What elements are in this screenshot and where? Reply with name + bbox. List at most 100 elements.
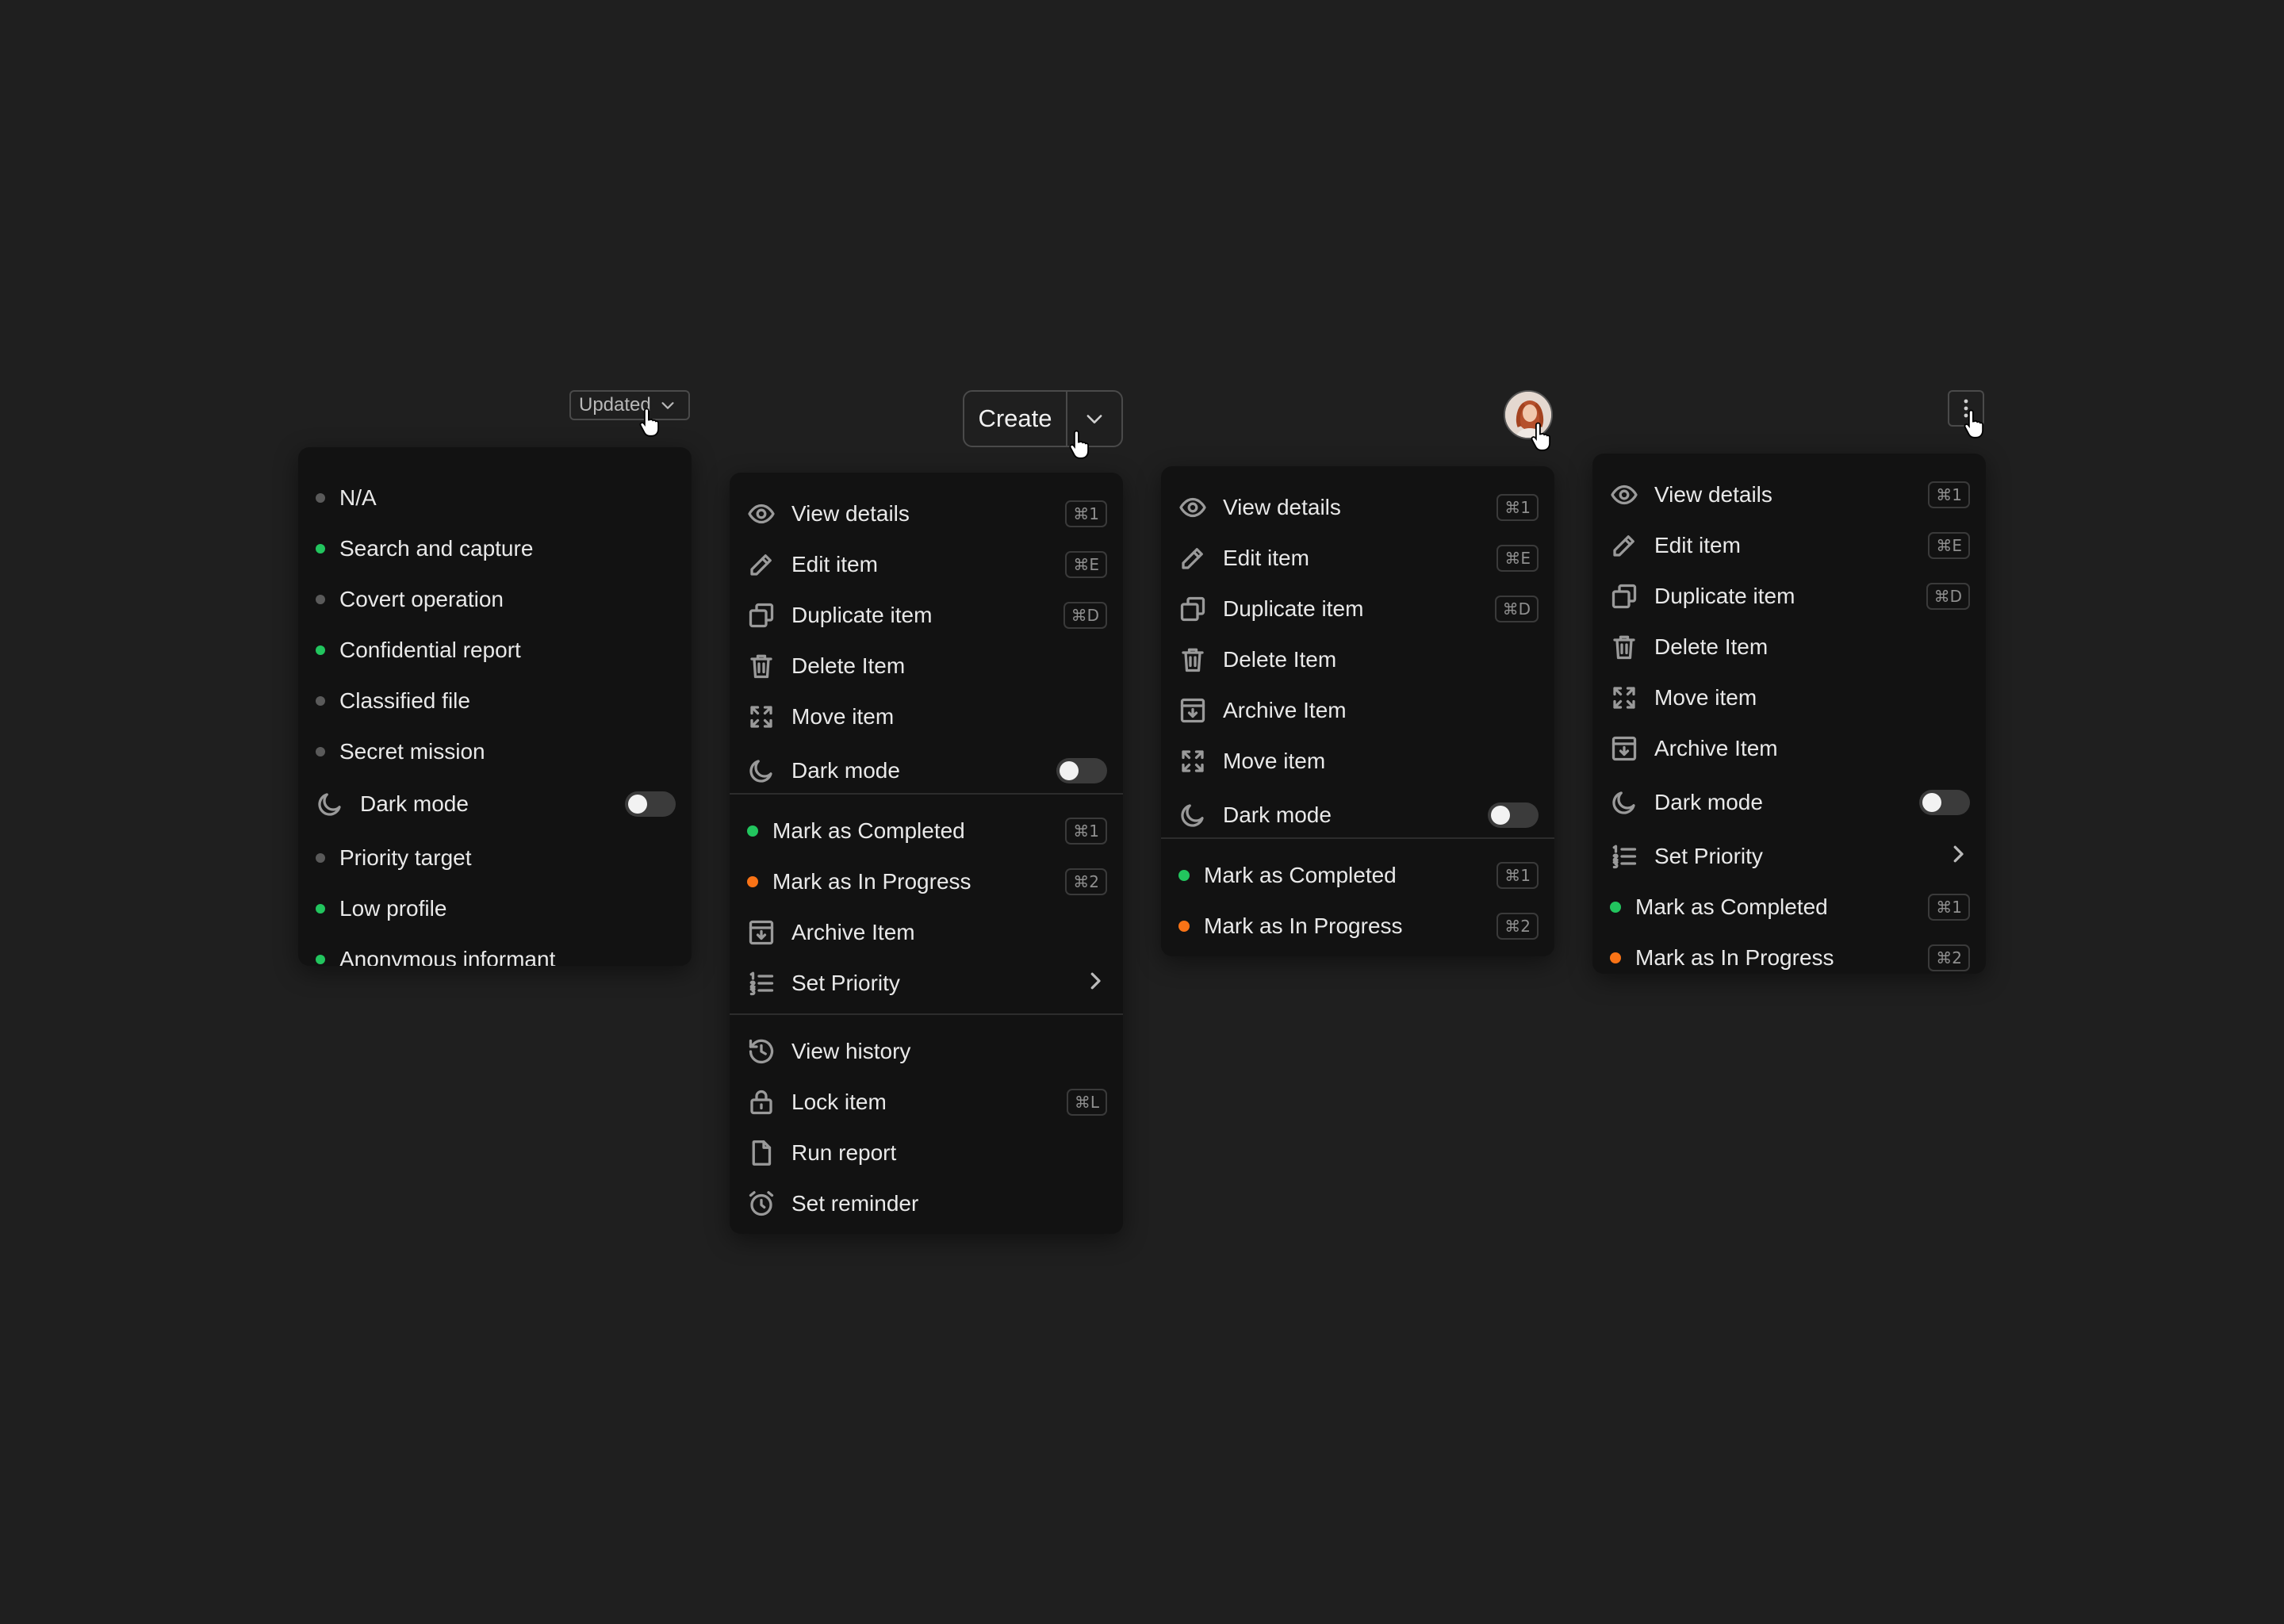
menu-item-edit-item[interactable]: Edit item ⌘E (1592, 520, 1986, 571)
alarm-icon (747, 1189, 776, 1218)
menu-item-label: Mark as In Progress (1635, 945, 1834, 970)
menu-item-mark-as-completed[interactable]: Mark as Completed ⌘1 (730, 806, 1123, 856)
dark-mode-toggle[interactable] (1488, 802, 1539, 828)
menu-item-label: Dark mode (1654, 790, 1763, 814)
menu-item-view-history[interactable]: View history (730, 1026, 1123, 1077)
chevron-right-icon (1946, 842, 1970, 871)
menu-item-low-profile[interactable]: Low profile (298, 883, 692, 934)
more-actions-menu: View details ⌘1 Edit item ⌘E Duplicate item ⌘… (1592, 454, 1986, 974)
menu-item-move-item[interactable]: Move item (1592, 672, 1986, 723)
moon-icon (316, 790, 344, 818)
menu-item-view-details[interactable]: View details ⌘1 (1592, 469, 1986, 520)
menu-item-search-and-capture[interactable]: Search and capture (298, 523, 692, 574)
shortcut-badge: ⌘D (1926, 583, 1970, 610)
menu-item-label: Run report (791, 1140, 897, 1165)
menu-item-dark-mode[interactable]: Dark mode (1161, 790, 1554, 841)
menu-item-label: Set Priority (791, 971, 900, 995)
menu-item-label: Confidential report (339, 638, 521, 662)
pencil-icon (1178, 544, 1207, 573)
menu-item-duplicate-item[interactable]: Duplicate item ⌘D (730, 590, 1123, 641)
shortcut-badge: ⌘L (1066, 1089, 1107, 1116)
create-split-button: Create (963, 390, 1123, 447)
menu-item-label: Covert operation (339, 587, 504, 611)
eye-icon (747, 500, 776, 528)
history-icon (747, 1037, 776, 1066)
green-status-dot (1178, 870, 1190, 881)
menu-item-label: Delete Item (1223, 647, 1337, 672)
menu-item-move-item[interactable]: Move item (730, 691, 1123, 742)
create-label: Create (978, 404, 1052, 432)
menu-item-label: Archive Item (791, 920, 915, 944)
create-button[interactable]: Create (964, 392, 1067, 446)
menu-item-move-item[interactable]: Move item (1161, 736, 1554, 787)
menu-item-archive-item[interactable]: Archive Item (1592, 723, 1986, 774)
menu-item-duplicate-item[interactable]: Duplicate item ⌘D (1592, 571, 1986, 622)
menu-item-n-a[interactable]: N/A (298, 473, 692, 523)
menu-item-mark-as-completed[interactable]: Mark as Completed ⌘1 (1161, 850, 1554, 901)
menu-item-set-priority[interactable]: Set Priority (1592, 831, 1986, 882)
dark-mode-toggle[interactable] (1919, 790, 1970, 815)
menu-item-dark-mode[interactable]: Dark mode (730, 745, 1123, 796)
menu-item-delete-item[interactable]: Delete Item (730, 641, 1123, 691)
shortcut-badge: ⌘1 (1496, 862, 1539, 889)
menu-item-label: Dark mode (791, 758, 900, 783)
duplicate-icon (1178, 595, 1207, 623)
menu-item-label: Mark as In Progress (772, 869, 971, 894)
list-icon (1610, 842, 1638, 871)
menu-item-label: Archive Item (1223, 698, 1347, 722)
archive-icon (747, 918, 776, 947)
menu-item-priority-target[interactable]: Priority target (298, 833, 692, 883)
menu-item-delete-item[interactable]: Delete Item (1592, 622, 1986, 672)
menu-item-label: Dark mode (1223, 802, 1332, 827)
shortcut-badge: ⌘1 (1496, 494, 1539, 521)
lock-icon (747, 1088, 776, 1116)
menu-item-view-details[interactable]: View details ⌘1 (730, 488, 1123, 539)
menu-item-label: Mark as Completed (1204, 863, 1397, 887)
menu-item-lock-item[interactable]: Lock item ⌘L (730, 1077, 1123, 1128)
menu-item-label: Set Priority (1654, 844, 1763, 868)
menu-item-dark-mode[interactable]: Dark mode (1592, 777, 1986, 828)
menu-item-archive-item[interactable]: Archive Item (730, 907, 1123, 958)
toggle-knob (1491, 806, 1510, 825)
menu-item-mark-as-in-progress[interactable]: Mark as In Progress ⌘2 (1592, 933, 1986, 974)
menu-item-set-priority[interactable]: Set Priority (730, 958, 1123, 1009)
status-select-menu: N/A Search and capture Covert operation Con… (298, 447, 692, 966)
green-status-dot (316, 955, 325, 964)
menu-item-label: Edit item (1223, 546, 1309, 570)
menu-item-secret-mission[interactable]: Secret mission (298, 726, 692, 777)
gray-status-dot (316, 853, 325, 863)
menu-item-anonymous-informant[interactable]: Anonymous informant (298, 934, 692, 966)
menu-item-confidential-report[interactable]: Confidential report (298, 625, 692, 676)
menu-item-classified-file[interactable]: Classified file (298, 676, 692, 726)
hand-cursor-icon (638, 406, 665, 443)
chevron-down-icon (1086, 415, 1102, 423)
menu-item-label: Classified file (339, 688, 470, 713)
menu-item-duplicate-item[interactable]: Duplicate item ⌘D (1161, 584, 1554, 634)
menu-item-edit-item[interactable]: Edit item ⌘E (1161, 533, 1554, 584)
menu-item-label: Set reminder (791, 1191, 919, 1216)
moon-icon (747, 756, 776, 785)
updated-dropdown-button[interactable]: Updated (569, 390, 690, 420)
menu-item-mark-as-in-progress[interactable]: Mark as In Progress ⌘2 (1161, 901, 1554, 952)
menu-item-view-details[interactable]: View details ⌘1 (1161, 482, 1554, 533)
dark-mode-toggle[interactable] (1056, 758, 1107, 783)
menu-item-label: View details (791, 501, 910, 526)
dark-mode-toggle[interactable] (625, 791, 676, 817)
menu-item-label: N/A (339, 485, 377, 510)
menu-item-set-reminder[interactable]: Set reminder (730, 1178, 1123, 1229)
menu-item-archive-item[interactable]: Archive Item (1161, 685, 1554, 736)
shortcut-badge: ⌘1 (1928, 894, 1970, 921)
orange-status-dot (1610, 952, 1621, 963)
pencil-icon (1610, 531, 1638, 560)
orange-status-dot (747, 876, 758, 887)
menu-item-edit-item[interactable]: Edit item ⌘E (730, 539, 1123, 590)
move-icon (747, 703, 776, 731)
menu-item-mark-as-in-progress[interactable]: Mark as In Progress ⌘2 (730, 856, 1123, 907)
menu-item-mark-as-completed[interactable]: Mark as Completed ⌘1 (1592, 882, 1986, 933)
menu-item-dark-mode[interactable]: Dark mode (298, 779, 692, 829)
menu-item-delete-item[interactable]: Delete Item (1161, 634, 1554, 685)
menu-item-run-report[interactable]: Run report (730, 1128, 1123, 1178)
green-status-dot (1610, 902, 1621, 913)
menu-item-label: Duplicate item (791, 603, 933, 627)
menu-item-covert-operation[interactable]: Covert operation (298, 574, 692, 625)
